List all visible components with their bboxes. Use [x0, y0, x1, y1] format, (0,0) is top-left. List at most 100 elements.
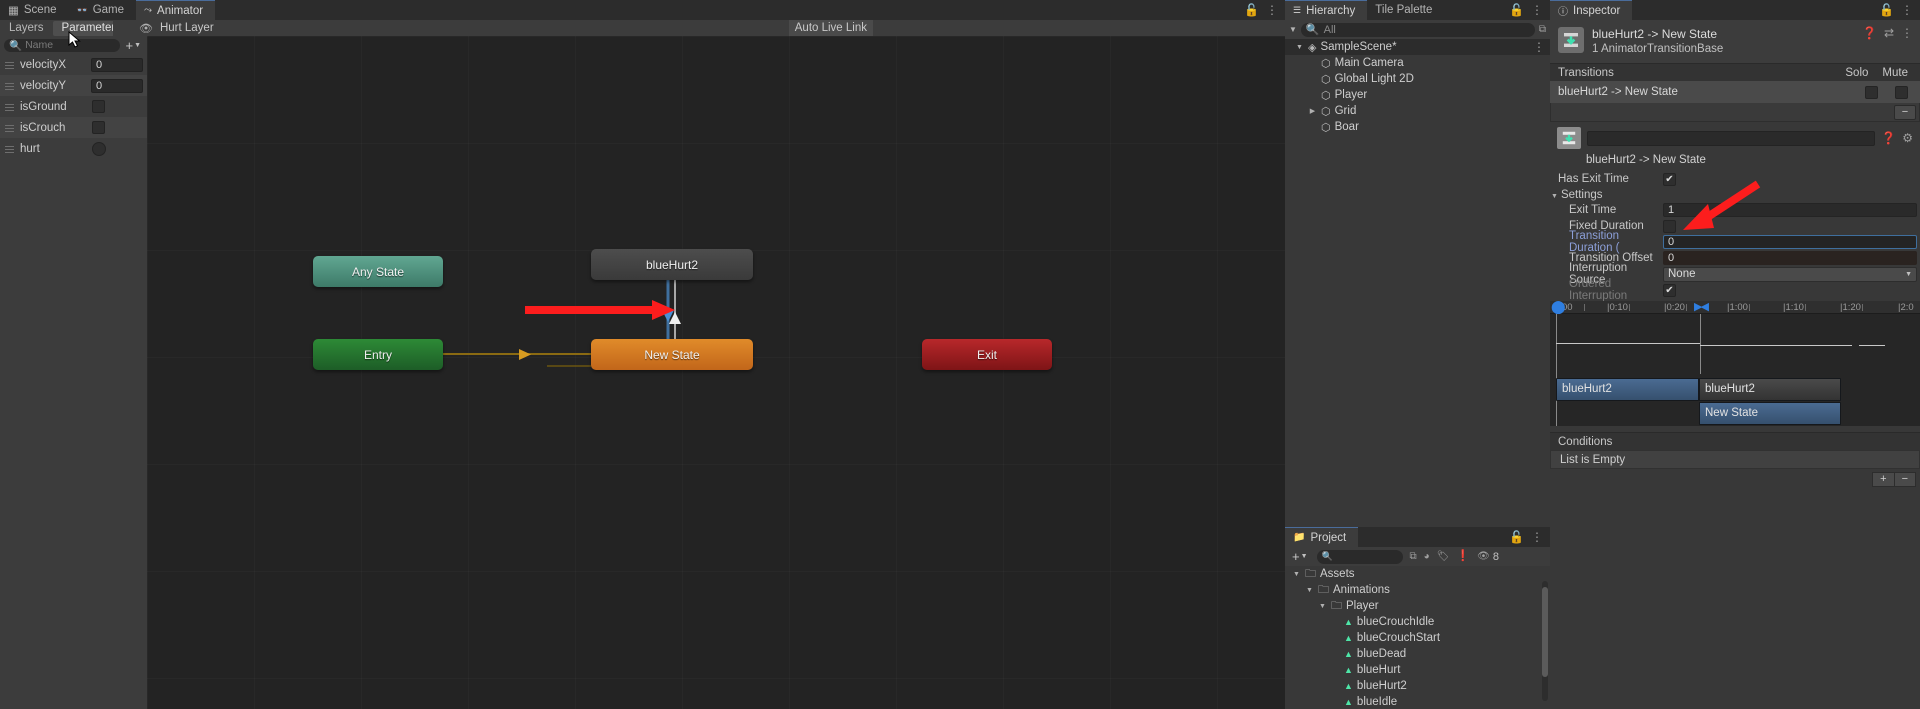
- expand-toggle-icon[interactable]: ▼: [1292, 571, 1301, 578]
- drag-handle-icon[interactable]: [5, 145, 14, 153]
- preset-icon[interactable]: ⇄: [1884, 27, 1894, 39]
- transition-preview-timeline[interactable]: 00 |0:10 |0:20 |1:00 |1:10 |1:20 |2:0 ⬤ ▶◀ blueH…: [1550, 300, 1920, 426]
- project-item-bluehurt[interactable]: ▲ blueHurt: [1285, 662, 1550, 678]
- graph-node-newstate[interactable]: New State: [591, 339, 753, 370]
- parameter-row[interactable]: velocityX 0: [0, 54, 147, 75]
- project-item-bluecrouchidle[interactable]: ▲ blueCrouchIdle: [1285, 614, 1550, 630]
- transition-name-input[interactable]: [1587, 130, 1876, 146]
- project-scrollbar[interactable]: [1542, 581, 1548, 701]
- menu-icon[interactable]: ⋮: [1531, 4, 1543, 16]
- foldout-toggle-icon[interactable]: ▼: [1551, 193, 1558, 200]
- transition-playhead-marker[interactable]: ▶◀: [1694, 301, 1709, 314]
- graph-node-entry[interactable]: Entry: [313, 339, 443, 370]
- menu-icon[interactable]: ⋮: [1533, 41, 1545, 53]
- hierarchy-item-boar[interactable]: ⬡ Boar: [1285, 119, 1550, 135]
- lock-icon[interactable]: 🔓: [1509, 4, 1524, 16]
- project-item-bluedead[interactable]: ▲ blueDead: [1285, 646, 1550, 662]
- mute-checkbox[interactable]: [1895, 85, 1908, 99]
- warning-icon[interactable]: ❗: [1456, 551, 1470, 562]
- solo-checkbox[interactable]: [1865, 85, 1878, 99]
- favorites-icon[interactable]: ◕: [1424, 551, 1430, 562]
- text-input[interactable]: 1: [1663, 203, 1917, 217]
- checkbox[interactable]: ✔: [1663, 172, 1676, 186]
- animator-state-graph[interactable]: Any State blueHurt2 Entry New State Exit: [147, 36, 1285, 709]
- timeline-clip-bar[interactable]: New State: [1699, 402, 1841, 425]
- remove-condition-button[interactable]: −: [1894, 471, 1916, 487]
- tab-inspector[interactable]: ⓘ Inspector: [1550, 0, 1633, 20]
- tab-animator[interactable]: ⤳ Animator: [136, 0, 216, 20]
- expand-toggle-icon[interactable]: ▼: [1305, 587, 1314, 594]
- graph-node-bluehurt2[interactable]: blueHurt2: [591, 249, 753, 280]
- lock-icon[interactable]: 🔓: [1244, 4, 1259, 16]
- checkbox[interactable]: [1663, 219, 1676, 233]
- animator-layers-tab[interactable]: Layers: [0, 21, 53, 36]
- remove-transition-button[interactable]: −: [1894, 104, 1916, 120]
- field-settings[interactable]: ▼ Settings: [1550, 187, 1920, 202]
- checkbox[interactable]: ✔: [1663, 283, 1676, 297]
- tab-project[interactable]: 📁 Project: [1285, 527, 1359, 547]
- menu-icon[interactable]: ⋮: [1901, 27, 1913, 39]
- parameter-row[interactable]: isCrouch: [0, 117, 147, 138]
- parameter-trigger-radio[interactable]: [92, 141, 106, 156]
- dropdown[interactable]: None ▼: [1663, 266, 1917, 282]
- parameter-bool-checkbox[interactable]: [92, 121, 105, 134]
- auto-live-link-button[interactable]: Auto Live Link: [788, 20, 873, 36]
- expand-toggle-icon[interactable]: ▼: [1318, 603, 1327, 610]
- parameter-value-input[interactable]: 0: [91, 57, 143, 72]
- expand-icon[interactable]: ⧉: [1539, 24, 1546, 35]
- drag-handle-icon[interactable]: [5, 61, 14, 69]
- field-ordered-interruption[interactable]: Ordered Interruption ✔: [1550, 278, 1920, 302]
- hierarchy-item-player[interactable]: ⬡ Player: [1285, 87, 1550, 103]
- hierarchy-item-samplescene-[interactable]: ▼ ◈ SampleScene* ⋮: [1285, 39, 1550, 55]
- graph-node-exit[interactable]: Exit: [922, 339, 1052, 370]
- field-exit-time[interactable]: Exit Time 1: [1550, 202, 1920, 218]
- expand-icon[interactable]: ⧉: [1410, 551, 1417, 562]
- project-search-input[interactable]: 🔍: [1316, 549, 1403, 564]
- tab-tile-palette[interactable]: Tile Palette: [1367, 0, 1445, 20]
- field-transition-duration[interactable]: Transition Duration (0: [1550, 230, 1920, 254]
- menu-icon[interactable]: ⋮: [1531, 531, 1543, 543]
- tab-scene[interactable]: ▦ Scene: [0, 0, 69, 20]
- eye-icon[interactable]: 👁: [139, 22, 153, 35]
- parameter-row[interactable]: hurt: [0, 138, 147, 159]
- project-item-blueidle[interactable]: ▲ blueIdle: [1285, 694, 1550, 709]
- gear-icon[interactable]: ⚙: [1902, 132, 1913, 144]
- timeline-clip-bar[interactable]: blueHurt2: [1699, 378, 1841, 401]
- hierarchy-search-input[interactable]: 🔍 All: [1300, 22, 1535, 37]
- parameter-bool-checkbox[interactable]: [92, 100, 105, 113]
- project-item-bluehurt2[interactable]: ▲ blueHurt2: [1285, 678, 1550, 694]
- menu-icon[interactable]: ⋮: [1901, 4, 1913, 16]
- graph-node-any[interactable]: Any State: [313, 256, 443, 287]
- timeline-clip-bar[interactable]: blueHurt2: [1556, 378, 1699, 401]
- playhead-marker[interactable]: ⬤: [1551, 300, 1566, 313]
- lock-icon[interactable]: 🔓: [1509, 531, 1524, 543]
- project-item-player[interactable]: ▼ 🗀 Player: [1285, 598, 1550, 614]
- project-item-bluecrouchstart[interactable]: ▲ blueCrouchStart: [1285, 630, 1550, 646]
- text-input[interactable]: 0: [1663, 251, 1917, 265]
- drag-handle-icon[interactable]: [5, 82, 14, 90]
- label-icon[interactable]: 🏷: [1437, 551, 1450, 562]
- chevron-down-icon[interactable]: ▼: [1289, 25, 1297, 34]
- hidden-icon[interactable]: 👁: [1477, 551, 1490, 562]
- parameter-value-input[interactable]: 0: [91, 78, 143, 93]
- tab-game[interactable]: 👓 Game: [68, 0, 137, 20]
- drag-handle-icon[interactable]: [5, 103, 14, 111]
- lock-icon[interactable]: 🔓: [1879, 4, 1894, 16]
- parameter-row[interactable]: velocityY 0: [0, 75, 147, 96]
- help-icon[interactable]: ❓: [1862, 27, 1877, 39]
- parameter-search-input[interactable]: 🔍 Name: [4, 38, 121, 52]
- hierarchy-item-global-light-2d[interactable]: ⬡ Global Light 2D: [1285, 71, 1550, 87]
- help-icon[interactable]: ❓: [1881, 132, 1896, 144]
- project-add-button[interactable]: + ▼: [1290, 549, 1310, 564]
- tab-hierarchy[interactable]: ☰ Hierarchy: [1285, 0, 1368, 20]
- project-item-animations[interactable]: ▼ 🗀 Animations: [1285, 582, 1550, 598]
- hierarchy-item-grid[interactable]: ▶ ⬡ Grid: [1285, 103, 1550, 119]
- timeline-ruler[interactable]: 00 |0:10 |0:20 |1:00 |1:10 |1:20 |2:0 ⬤ ▶◀: [1550, 300, 1920, 314]
- text-input[interactable]: 0: [1663, 235, 1917, 249]
- field-has-exit-time[interactable]: Has Exit Time ✔: [1550, 171, 1920, 187]
- expand-toggle-icon[interactable]: ▼: [1295, 44, 1304, 51]
- hierarchy-item-main-camera[interactable]: ⬡ Main Camera: [1285, 55, 1550, 71]
- transition-row[interactable]: blueHurt2 -> New State: [1550, 81, 1920, 103]
- menu-icon[interactable]: ⋮: [1266, 4, 1278, 16]
- expand-toggle-icon[interactable]: ▶: [1308, 107, 1317, 115]
